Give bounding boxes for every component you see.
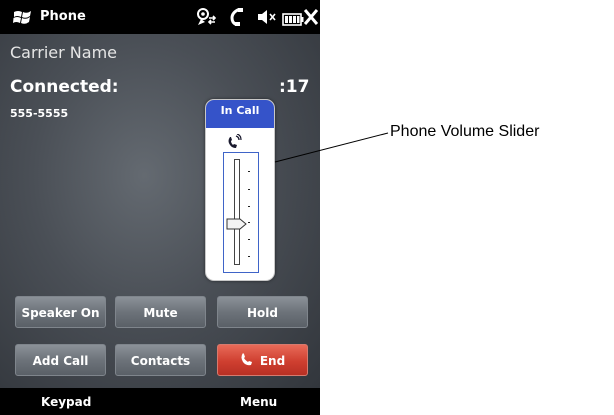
callout-label: Phone Volume Slider: [390, 123, 540, 140]
callout-line: [274, 132, 389, 163]
